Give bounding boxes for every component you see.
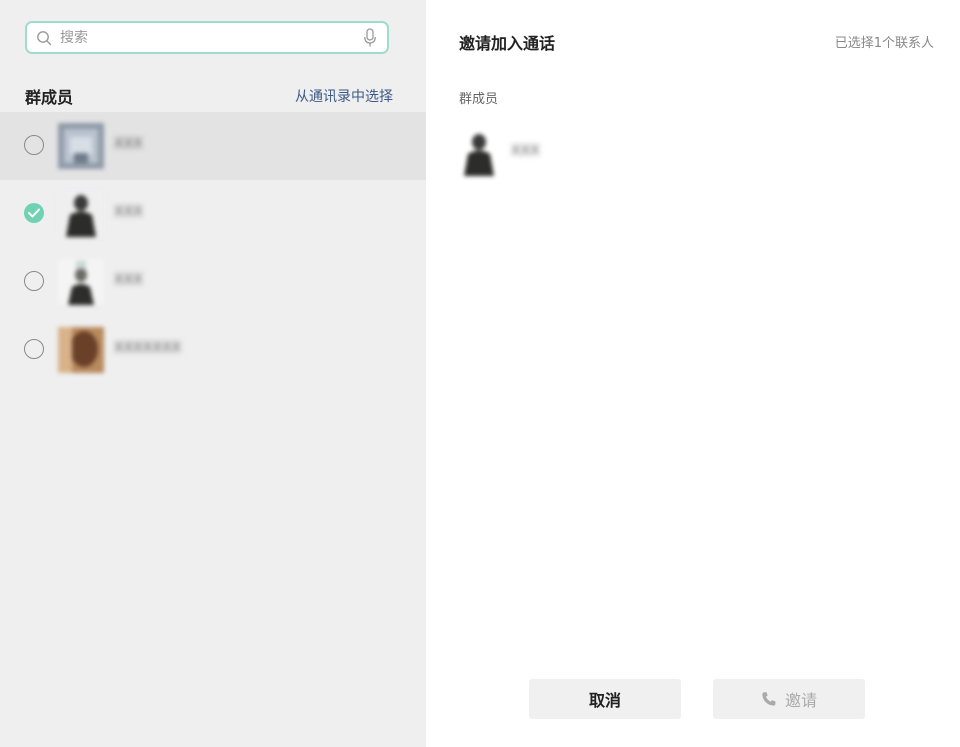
member-name: XXX <box>114 136 143 152</box>
member-row[interactable]: XXX <box>0 248 426 316</box>
select-from-contacts-link[interactable]: 从通讯录中选择 <box>295 86 393 106</box>
member-name: XXX <box>511 143 540 159</box>
avatar <box>459 130 499 176</box>
avatar <box>58 259 104 305</box>
search-icon <box>37 31 52 46</box>
member-row[interactable]: XXX <box>0 112 426 180</box>
invite-pane: 邀请加入通话 已选择1个联系人 群成员 XXX 取消 邀请 <box>426 0 960 747</box>
selected-member: XXX <box>459 130 579 176</box>
microphone-icon[interactable] <box>363 28 377 48</box>
avatar <box>58 123 104 169</box>
member-row[interactable]: XXXXXXX <box>0 316 426 384</box>
phone-icon <box>762 692 776 706</box>
member-radio[interactable] <box>24 135 44 155</box>
selected-count: 已选择1个联系人 <box>834 36 934 51</box>
check-icon <box>28 208 40 218</box>
member-radio[interactable] <box>24 339 44 359</box>
member-name: XXXXXXX <box>114 340 182 356</box>
member-radio[interactable] <box>24 271 44 291</box>
invite-button[interactable]: 邀请 <box>713 679 865 719</box>
search-input[interactable] <box>60 26 350 49</box>
member-list: XXX XXX XXX XXXXXXX <box>0 112 426 384</box>
cancel-button[interactable]: 取消 <box>529 679 681 719</box>
section-title-members: 群成员 <box>25 88 74 107</box>
member-name: XXX <box>114 204 143 220</box>
member-row[interactable]: XXX <box>0 180 426 248</box>
search-box[interactable] <box>25 21 389 54</box>
member-selection-pane: 群成员 从通讯录中选择 XXX <box>0 0 426 747</box>
member-name: XXX <box>114 272 143 288</box>
invite-button-label: 邀请 <box>784 691 817 710</box>
member-radio-checked[interactable] <box>24 203 44 223</box>
avatar <box>58 327 104 373</box>
invite-title: 邀请加入通话 <box>459 34 556 53</box>
section-title-selected-members: 群成员 <box>459 92 499 107</box>
cancel-button-label: 取消 <box>588 691 621 710</box>
avatar <box>58 191 104 237</box>
